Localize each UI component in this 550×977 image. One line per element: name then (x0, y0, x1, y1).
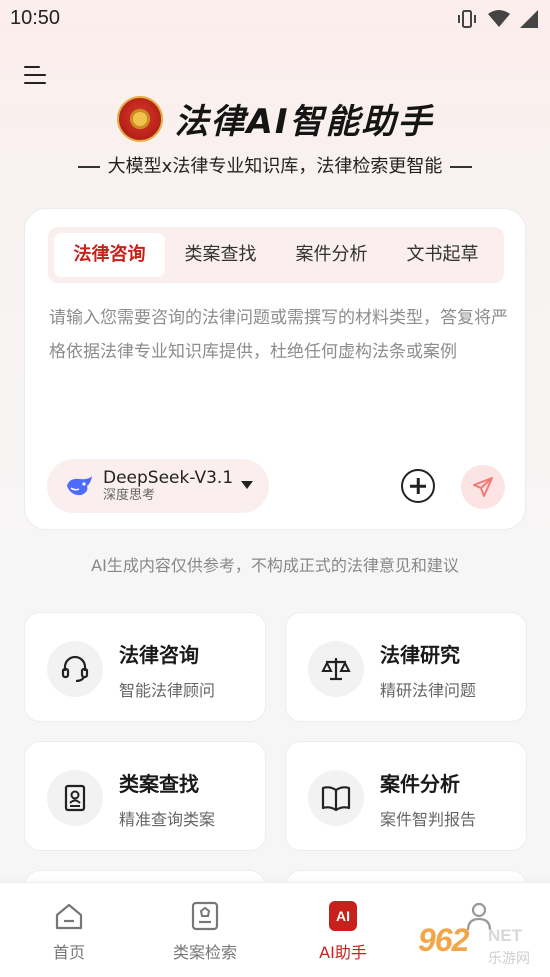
nav-home[interactable]: 首页 (14, 899, 124, 963)
feature-title: 法律研究 (380, 643, 460, 667)
case-file-icon (47, 770, 103, 826)
tab-case-analysis[interactable]: 案件分析 (276, 233, 387, 277)
tab-legal-consult[interactable]: 法律咨询 (54, 233, 165, 277)
feature-subtitle: 精准查询类案 (119, 810, 216, 829)
home-icon (55, 903, 83, 930)
feature-title: 法律咨询 (119, 643, 199, 667)
model-selector[interactable]: DeepSeek-V3.1 深度思考 (47, 459, 269, 513)
book-icon (308, 770, 364, 826)
mode-tabs: 法律咨询 类案查找 案件分析 文书起草 (48, 227, 504, 283)
send-icon (473, 477, 493, 497)
nav-case-search[interactable]: 类案检索 (150, 899, 260, 963)
model-mode: 深度思考 (103, 488, 156, 503)
watermark-text: 乐游网 (488, 951, 530, 967)
court-emblem-logo (116, 95, 163, 142)
ai-icon: AI (329, 901, 357, 931)
feature-subtitle: 智能法律顾问 (119, 681, 216, 700)
ai-disclaimer: AI生成内容仅供参考，不构成正式的法律意见和建议 (91, 556, 459, 575)
feature-card-legal-research[interactable]: 法律研究 精研法律问题 (285, 612, 527, 722)
nav-label: 类案检索 (172, 943, 237, 962)
feature-subtitle: 精研法律问题 (380, 681, 477, 700)
feature-card-case-analysis[interactable]: 案件分析 案件智判报告 (285, 741, 527, 851)
signal-icon (520, 10, 538, 28)
status-icons (456, 9, 538, 29)
menu-icon[interactable] (24, 66, 48, 88)
send-button[interactable] (461, 465, 505, 509)
model-name: DeepSeek-V3.1 (103, 468, 234, 488)
status-time: 10:50 (10, 7, 61, 29)
vibrate-icon (458, 10, 476, 28)
feature-card-legal-consult[interactable]: 法律咨询 智能法律顾问 (24, 612, 266, 722)
feature-title: 类案查找 (119, 772, 199, 796)
nav-label: AI助手 (319, 943, 367, 962)
feature-title: 案件分析 (380, 772, 460, 796)
tagline-text: 大模型x法律专业知识库，法律检索更智能 (107, 156, 443, 177)
feature-subtitle: 案件智判报告 (380, 810, 477, 829)
scale-icon (308, 641, 364, 697)
chevron-down-icon (241, 481, 253, 489)
wifi-icon (488, 10, 510, 27)
headset-icon (47, 641, 103, 697)
tab-document-drafting[interactable]: 文书起草 (387, 233, 498, 277)
status-bar: 10:50 (0, 0, 550, 38)
feature-card-case-search[interactable]: 类案查找 精准查询类案 (24, 741, 266, 851)
case-search-icon (191, 901, 219, 931)
chat-input-card: 法律咨询 类案查找 案件分析 文书起草 请输入您需要咨询的法律问题或需撰写的材料… (24, 208, 526, 530)
question-input[interactable]: 请输入您需要咨询的法律问题或需撰写的材料类型，答复将严格依据法律专业知识库提供，… (49, 301, 509, 369)
nav-ai-assistant[interactable]: AI AI助手 (288, 899, 398, 963)
brand-header: 法律AI智能助手 (0, 94, 550, 143)
deepseek-whale-icon (67, 476, 92, 496)
watermark-number: 962 (418, 922, 469, 958)
tab-case-search[interactable]: 类案查找 (165, 233, 276, 277)
site-watermark: 962 NET 乐游网 (418, 922, 544, 972)
watermark-domain: NET (488, 926, 522, 945)
add-attachment-icon[interactable] (401, 469, 435, 503)
app-title: 法律AI智能助手 (174, 102, 434, 142)
nav-label: 首页 (52, 943, 85, 962)
tagline: 大模型x法律专业知识库，法律检索更智能 (0, 152, 550, 178)
